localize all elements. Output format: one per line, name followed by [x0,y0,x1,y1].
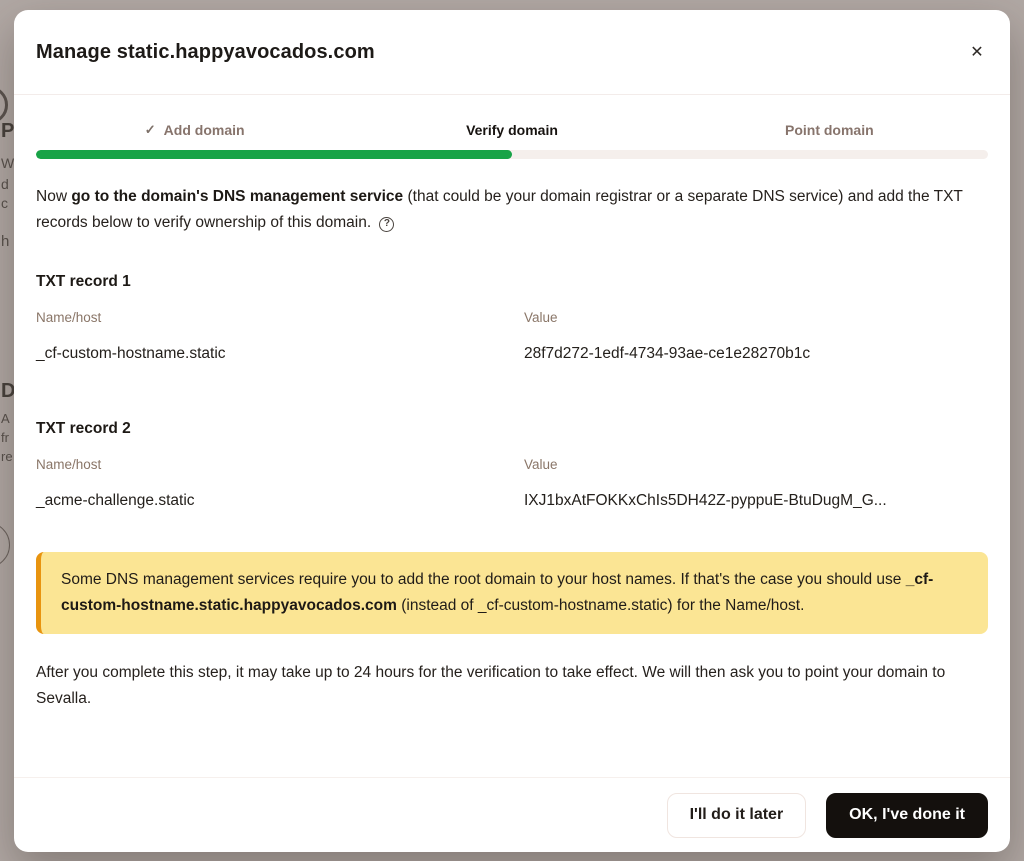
background-circle-fragment [0,522,10,568]
txt-record-2-section: TXT record 2 Name/host Value _acme-chall… [36,420,988,510]
manage-domain-dialog: Manage static.happyavocados.com ✕ ✓ Add … [14,10,1010,852]
background-circle-fragment [0,86,8,124]
value-column-header: Value [524,457,988,472]
help-icon[interactable]: ? [379,217,394,232]
name-host-column-header: Name/host [36,457,524,472]
txt-record-2-name: _acme-challenge.static [36,492,524,510]
step-verify-domain[interactable]: Verify domain [353,122,670,138]
ok-done-button[interactable]: OK, I've done it [826,793,988,838]
callout-text-after: (instead of _cf-custom-hostname.static) … [397,597,804,614]
progress-bar [36,150,988,159]
txt-record-1-value: 28f7d272-1edf-4734-93ae-ce1e28270b1c [524,345,988,363]
background-text-fragment: h [1,234,9,249]
stepper: ✓ Add domain Verify domain Point domain [36,122,988,138]
dialog-title: Manage static.happyavocados.com [36,41,375,64]
dialog-header: Manage static.happyavocados.com ✕ [14,10,1010,95]
background-text-fragment: fr [1,431,9,444]
background-text-fragment: d [1,177,9,191]
instructions-prefix: Now [36,188,71,205]
instructions-bold: go to the domain's DNS management servic… [71,188,403,205]
step-label: Add domain [164,122,245,138]
close-button[interactable]: ✕ [960,35,994,69]
callout-text-before: Some DNS management services require you… [61,571,906,588]
background-text-fragment: P [1,121,14,141]
name-host-column-header: Name/host [36,310,524,325]
verification-note: After you complete this step, it may tak… [36,660,988,712]
txt-record-1-title: TXT record 1 [36,273,988,291]
dns-warning-callout: Some DNS management services require you… [36,552,988,634]
background-text-fragment: W [1,156,14,170]
txt-record-1-section: TXT record 1 Name/host Value _cf-custom-… [36,273,988,363]
check-icon: ✓ [145,122,156,138]
progress-fill [36,150,512,159]
background-text-fragment: re [1,450,13,463]
txt-record-1-table: Name/host Value _cf-custom-hostname.stat… [36,291,988,363]
close-icon: ✕ [970,42,983,62]
txt-record-2-title: TXT record 2 [36,420,988,438]
txt-record-2-table: Name/host Value _acme-challenge.static I… [36,438,988,510]
step-label: Point domain [785,122,874,138]
background-text-fragment: A [1,412,10,425]
txt-record-1-name: _cf-custom-hostname.static [36,345,524,363]
dialog-body: ✓ Add domain Verify domain Point domain … [14,95,1010,777]
txt-record-2-value: IXJ1bxAtFOKKxChIs5DH42Z-pyppuE-BtuDugM_G… [524,492,988,510]
step-label: Verify domain [466,122,558,138]
value-column-header: Value [524,310,988,325]
step-add-domain[interactable]: ✓ Add domain [36,122,353,138]
step-point-domain[interactable]: Point domain [671,122,988,138]
background-text-fragment: c [1,196,8,210]
do-it-later-button[interactable]: I'll do it later [667,793,807,838]
instructions-text: Now go to the domain's DNS management se… [36,184,988,236]
dialog-footer: I'll do it later OK, I've done it [14,777,1010,852]
